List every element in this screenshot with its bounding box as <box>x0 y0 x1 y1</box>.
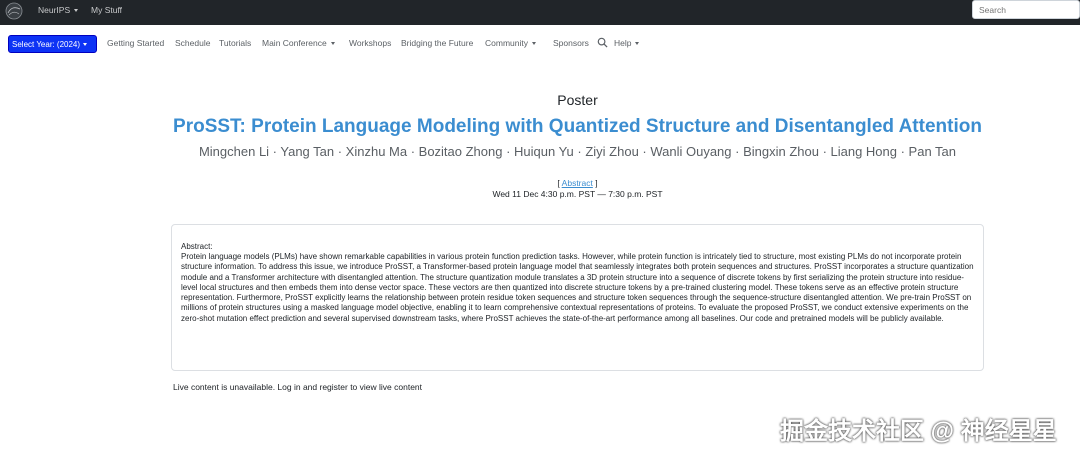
select-year-dropdown[interactable]: Select Year: (2024) <box>8 35 97 53</box>
chevron-down-icon <box>74 9 79 13</box>
search-input[interactable] <box>972 0 1080 19</box>
watermark: 掘金技术社区 @ 神经星星 <box>780 418 1057 445</box>
nav-main-conference-label: Main Conference <box>262 38 327 48</box>
poster-datetime: Wed 11 Dec 4:30 p.m. PST — 7:30 p.m. PST <box>492 189 663 199</box>
nav-workshops[interactable]: Workshops <box>349 38 391 48</box>
chevron-down-icon <box>531 42 536 46</box>
abstract-link-line: [ Abstract ] <box>557 178 598 188</box>
nav-main-conference[interactable]: Main Conference <box>262 38 335 48</box>
neurips-menu[interactable]: NeurIPS <box>38 5 79 15</box>
nav-community-label: Community <box>485 38 528 48</box>
nav-schedule[interactable]: Schedule <box>175 38 210 48</box>
poster-authors: Mingchen Li · Yang Tan · Xinzhu Ma · Boz… <box>198 144 957 159</box>
abstract-label: Abstract: <box>181 242 213 251</box>
nav-getting-started[interactable]: Getting Started <box>107 38 164 48</box>
nav-help[interactable]: Help <box>614 38 640 48</box>
chevron-down-icon <box>83 43 88 47</box>
live-content-note: Live content is unavailable. Log in and … <box>173 382 423 392</box>
neurips-logo[interactable] <box>4 1 24 21</box>
neurips-menu-label: NeurIPS <box>38 5 71 15</box>
nav-bridging-the-future[interactable]: Bridging the Future <box>401 38 473 48</box>
top-navbar: NeurIPS My Stuff <box>0 0 1080 25</box>
nav-tutorials[interactable]: Tutorials <box>219 38 251 48</box>
nav-help-label: Help <box>614 38 632 48</box>
nav-sponsors[interactable]: Sponsors <box>553 38 589 48</box>
chevron-down-icon <box>330 42 335 46</box>
poster-title: ProSST: Protein Language Modeling with Q… <box>173 116 982 137</box>
poster-type-label: Poster <box>557 92 598 108</box>
nav-community[interactable]: Community <box>485 38 536 48</box>
my-stuff-link[interactable]: My Stuff <box>91 5 122 15</box>
select-year-label: Select Year: (2024) <box>12 40 81 49</box>
abstract-link[interactable]: Abstract <box>562 178 593 188</box>
chevron-down-icon <box>635 42 640 46</box>
abstract-text: Protein language models (PLMs) have show… <box>181 252 974 323</box>
abstract-card: Abstract: Protein language models (PLMs)… <box>171 224 984 371</box>
search-icon[interactable] <box>597 37 608 48</box>
